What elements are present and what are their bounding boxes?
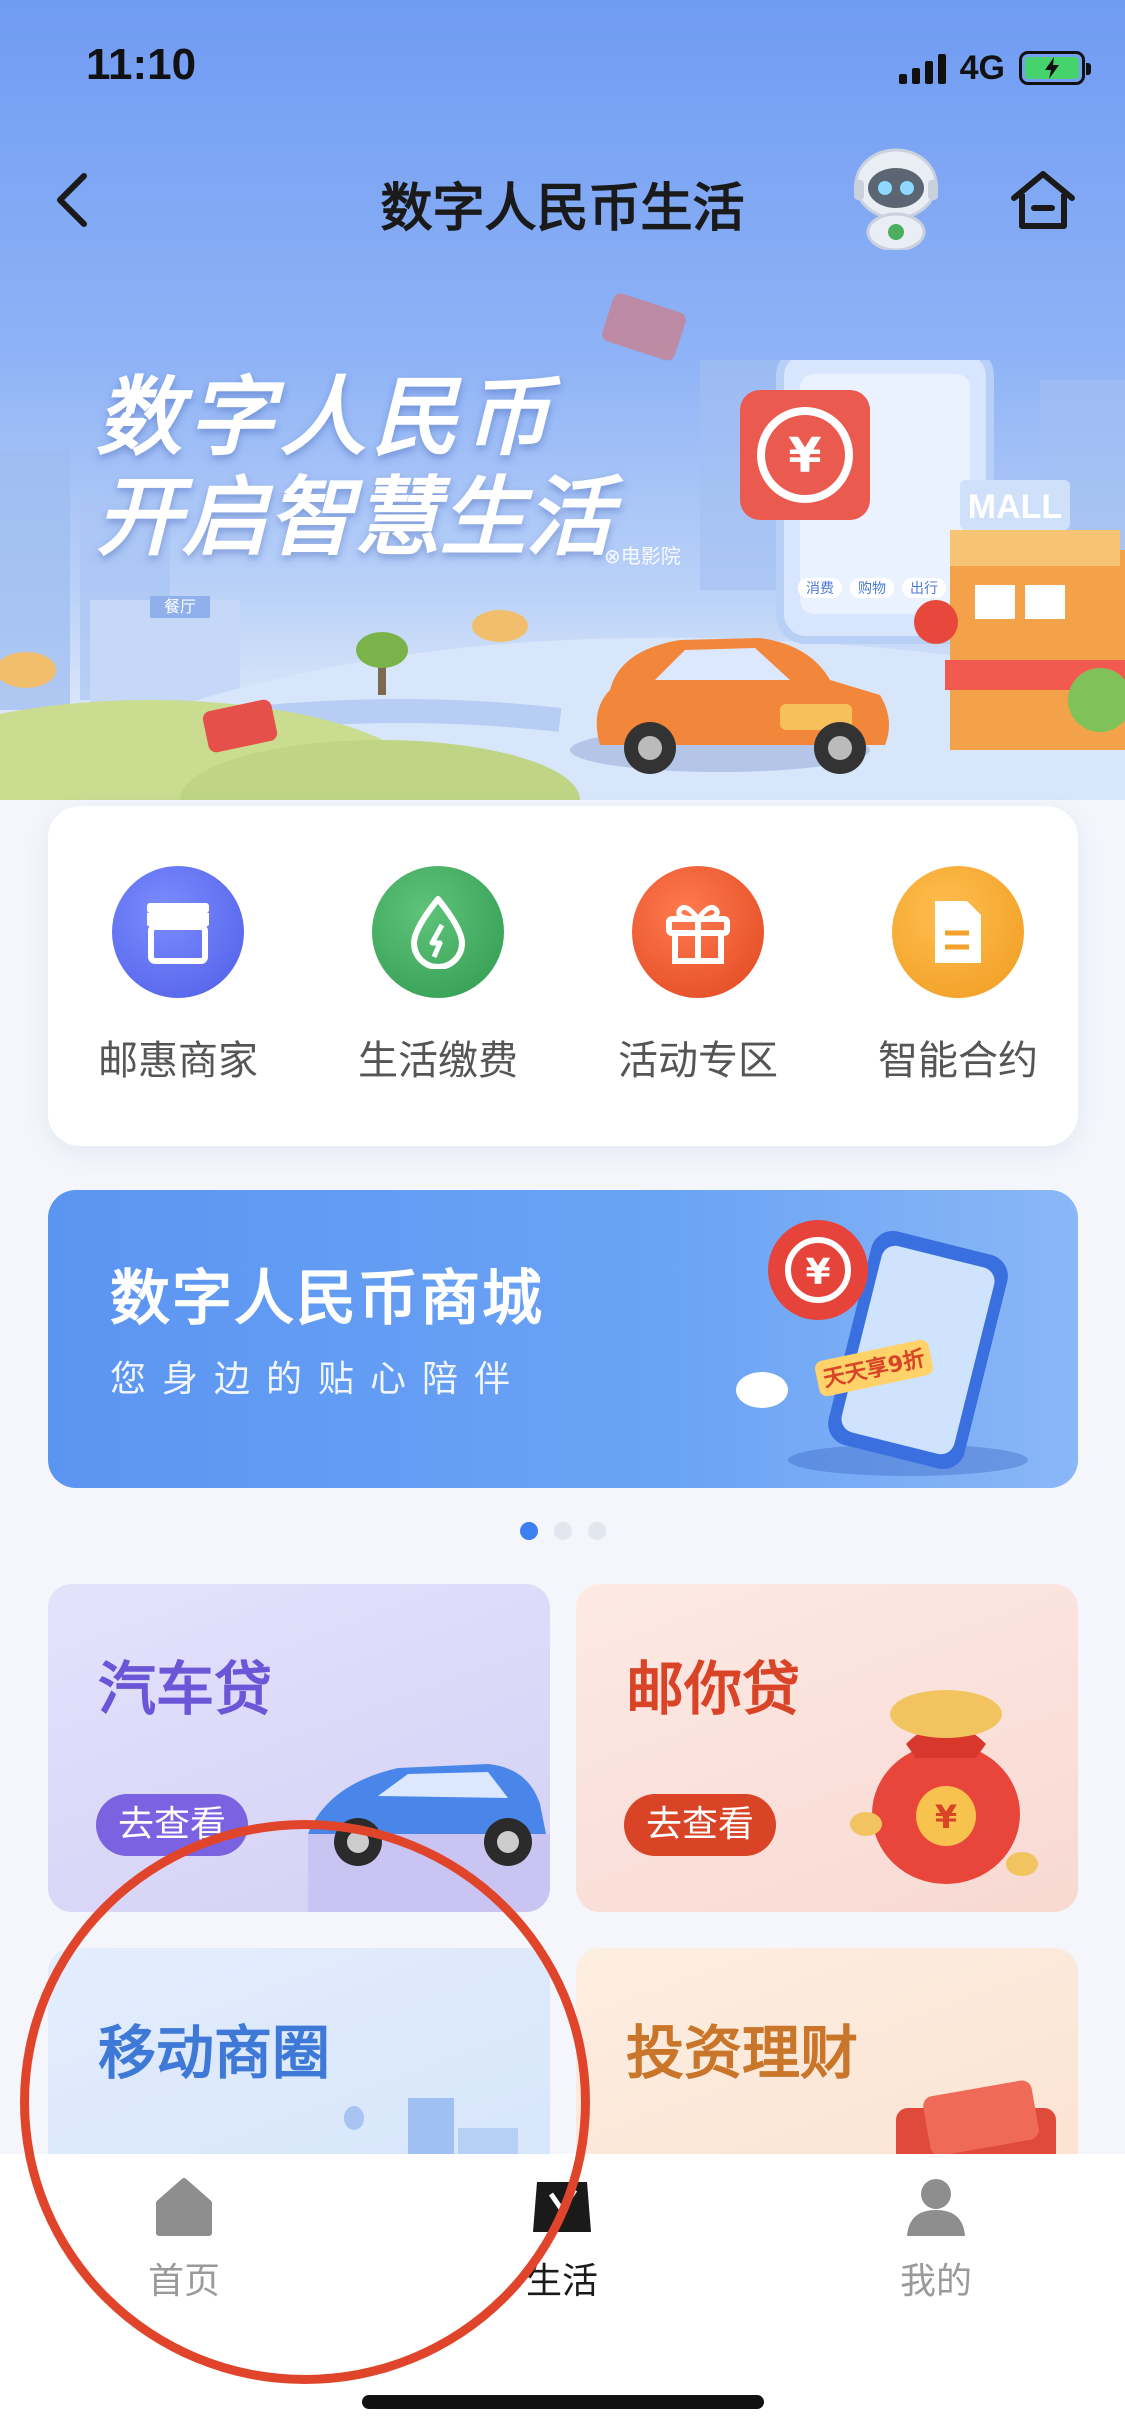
youni-loan-tile[interactable]: 邮你贷 去查看 ¥ — [576, 1584, 1078, 1912]
tab-life[interactable]: 生活 — [472, 2174, 652, 2324]
quick-entry-activities[interactable]: 活动专区 — [588, 866, 808, 1106]
quick-entry-label: 智能合约 — [878, 1038, 1038, 1084]
svg-text:¥: ¥ — [805, 1252, 830, 1293]
hero-slogan: 数字人民币 开启智慧生活 — [96, 368, 612, 568]
mall-sign: MALL — [968, 488, 1062, 526]
svg-text:¥: ¥ — [788, 428, 821, 484]
carousel-dot[interactable] — [519, 1522, 538, 1540]
quick-entry-label: 活动专区 — [618, 1038, 778, 1084]
tile-title: 汽车贷 — [98, 1655, 273, 1723]
carousel-dot[interactable] — [553, 1522, 572, 1540]
bottom-tab-bar: 首页 生活 我的 — [0, 2154, 1125, 2436]
youni-loan-view-button[interactable]: 去查看 — [624, 1794, 777, 1856]
hero-watermark: ⊗电影院 — [604, 544, 681, 568]
car-loan-view-button[interactable]: 去查看 — [96, 1794, 249, 1856]
phone-tag: 购物 — [858, 581, 886, 597]
battery-charging-icon — [1025, 57, 1079, 79]
status-bar: 11:10 4G — [0, 0, 1125, 140]
document-icon — [892, 866, 1024, 998]
car-illustration — [308, 1764, 550, 1912]
tile-title: 投资理财 — [626, 2019, 859, 2087]
quick-entry-smart-contract[interactable]: 智能合约 — [848, 866, 1068, 1106]
slogan-line-1: 数字人民币 — [96, 368, 556, 468]
tab-home[interactable]: 首页 — [94, 2174, 274, 2324]
quick-entry-utilities[interactable]: 生活缴费 — [328, 866, 548, 1106]
mall-banner-title: 数字人民币商城 — [110, 1264, 544, 1334]
status-indicators: 4G — [898, 46, 1091, 90]
life-tab-icon — [529, 2174, 595, 2240]
tab-label: 首页 — [147, 2261, 220, 2302]
navigation-bar: 数字人民币生活 — [0, 140, 1125, 260]
car-loan-tile[interactable]: 汽车贷 去查看 — [48, 1584, 550, 1912]
digital-rmb-mall-banner[interactable]: 数字人民币商城 您身边的贴心陪伴 ¥ 天天享9折 — [48, 1190, 1078, 1488]
phone-tag: 消费 — [806, 581, 834, 597]
page-title: 数字人民币生活 — [380, 179, 745, 239]
carousel-indicator — [0, 1522, 1125, 1540]
phone-tag: 出行 — [910, 581, 938, 597]
robot-avatar-icon — [854, 148, 938, 252]
home-button[interactable] — [1008, 168, 1078, 234]
utility-drop-icon — [372, 866, 504, 998]
hero-banner: 餐厅 消费 购物 出行 ¥ MALL 11:10 4G 数字人民币生活 数字人民… — [0, 0, 1125, 800]
tab-me[interactable]: 我的 — [846, 2174, 1026, 2324]
home-icon — [1011, 171, 1075, 229]
robot-assistant-button[interactable] — [846, 140, 946, 252]
slogan-line-2: 开启智慧生活 — [96, 468, 612, 568]
quick-entry-card: 邮惠商家 生活缴费 活动专区 智能合约 — [48, 806, 1078, 1146]
mall-banner-subtitle: 您身边的贴心陪伴 — [110, 1359, 527, 1400]
restaurant-sign: 餐厅 — [164, 597, 196, 616]
tab-label: 我的 — [899, 2261, 972, 2302]
gift-icon — [632, 866, 764, 998]
tab-label: 生活 — [525, 2261, 598, 2302]
floating-card-decoration — [602, 293, 686, 361]
quick-entry-merchants[interactable]: 邮惠商家 — [68, 866, 288, 1106]
phone-shopping-illustration: ¥ 天天享9折 — [736, 1220, 1028, 1476]
quick-entry-label: 生活缴费 — [358, 1038, 518, 1084]
battery-icon — [1019, 51, 1091, 85]
tile-title: 邮你贷 — [626, 1655, 801, 1723]
quick-entry-label: 邮惠商家 — [98, 1038, 258, 1084]
network-type: 4G — [959, 48, 1005, 87]
carousel-dot[interactable] — [587, 1522, 606, 1540]
svg-text:¥: ¥ — [935, 1798, 957, 1836]
status-time: 11:10 — [86, 40, 197, 89]
money-bag-illustration: ¥ — [850, 1690, 1038, 1884]
home-indicator[interactable] — [362, 2395, 764, 2409]
tile-title: 移动商圈 — [98, 2019, 331, 2087]
store-icon — [112, 866, 244, 998]
profile-tab-icon — [903, 2174, 969, 2240]
signal-icon — [898, 52, 946, 84]
home-tab-icon — [151, 2174, 217, 2240]
